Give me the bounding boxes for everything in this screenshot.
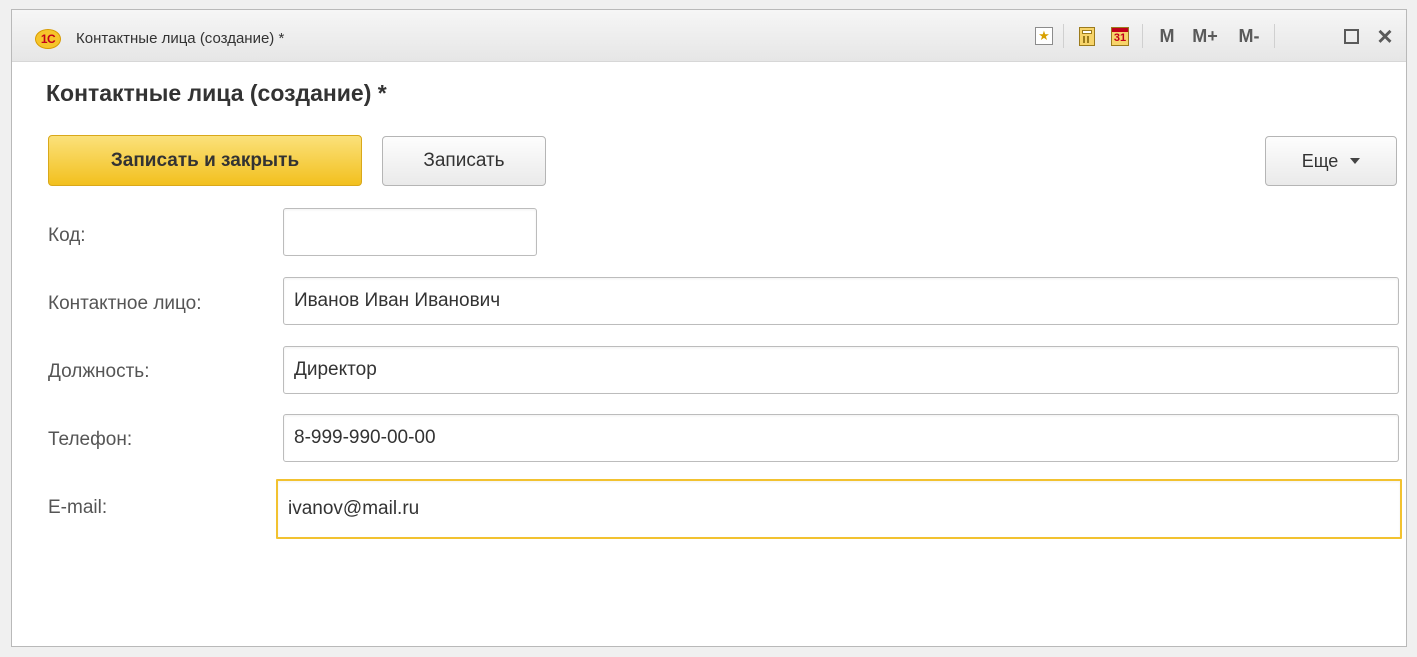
close-button[interactable]: × [1372, 23, 1398, 49]
toolbar-separator [1142, 24, 1143, 48]
save-and-close-button[interactable]: Записать и закрыть [48, 135, 362, 186]
position-label: Должность: [48, 361, 150, 382]
contact-person-label: Контактное лицо: [48, 293, 202, 314]
calendar-icon: 31 [1111, 26, 1129, 46]
position-input[interactable]: Директор [283, 346, 1399, 394]
form-title: Контактные лица (создание) * [46, 80, 387, 106]
more-label: Еще [1301, 151, 1339, 171]
email-input[interactable]: ivanov@mail.ru [276, 479, 1402, 539]
code-label: Код: [48, 225, 86, 246]
toolbar-separator [1274, 24, 1275, 48]
memory-m-button[interactable]: M [1156, 23, 1178, 49]
close-icon: × [1377, 21, 1393, 51]
save-button[interactable]: Записать [382, 136, 546, 186]
memory-m-minus-label: M- [1238, 25, 1260, 46]
calculator-icon [1079, 26, 1095, 46]
window-title: Контактные лица (создание) * [76, 30, 285, 47]
toolbar-separator [1063, 24, 1064, 48]
star-icon: ★ [1035, 27, 1053, 45]
code-input[interactable] [283, 208, 537, 256]
favorites-star-button[interactable]: ★ [1033, 23, 1055, 49]
window-titlebar: 1С Контактные лица (создание) * ★ 31 M M… [12, 10, 1406, 62]
1c-logo-icon: 1С [35, 29, 61, 49]
maximize-icon [1343, 28, 1359, 44]
calculator-button[interactable] [1077, 23, 1097, 49]
more-menu-button[interactable]: Еще [1265, 136, 1397, 186]
memory-m-plus-button[interactable]: M+ [1187, 23, 1223, 49]
maximize-button[interactable] [1340, 23, 1362, 49]
phone-input[interactable]: 8-999-990-00-00 [283, 414, 1399, 462]
memory-m-minus-button[interactable]: M- [1232, 23, 1266, 49]
calendar-button[interactable]: 31 [1109, 23, 1131, 49]
email-label: E-mail: [48, 497, 108, 518]
memory-m-plus-label: M+ [1192, 25, 1218, 46]
form-window: 1С Контактные лица (создание) * ★ 31 M M… [11, 9, 1407, 647]
chevron-down-icon [1350, 158, 1361, 165]
contact-person-input[interactable]: Иванов Иван Иванович [283, 277, 1399, 325]
memory-m-label: M [1159, 25, 1175, 46]
phone-label: Телефон: [48, 429, 133, 450]
